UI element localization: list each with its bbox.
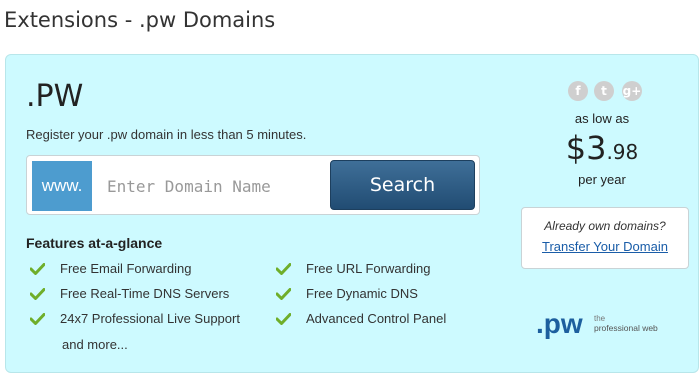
feature-item: Free URL Forwarding xyxy=(276,261,431,276)
domain-input[interactable] xyxy=(97,164,327,208)
transfer-domain-link[interactable]: Transfer Your Domain xyxy=(542,239,668,254)
price-suffix: per year xyxy=(578,172,626,187)
search-button[interactable]: Search xyxy=(330,160,475,210)
check-icon xyxy=(276,312,291,325)
check-icon xyxy=(30,287,45,300)
feature-label: 24x7 Professional Live Support xyxy=(60,311,240,326)
check-icon xyxy=(30,262,45,275)
feature-item: Advanced Control Panel xyxy=(276,311,446,326)
feature-label: Advanced Control Panel xyxy=(306,311,447,326)
domain-search-form: www. Search xyxy=(26,155,480,215)
price-dollars: $3 xyxy=(565,129,607,167)
check-icon xyxy=(30,312,45,325)
www-prefix: www. xyxy=(32,161,92,211)
features-title: Features at-a-glance xyxy=(26,235,163,251)
feature-item: 24x7 Professional Live Support xyxy=(30,311,240,326)
price-cents: .98 xyxy=(606,140,639,164)
tld-heading: .PW xyxy=(26,79,84,114)
feature-item: Free Real-Time DNS Servers xyxy=(30,286,229,301)
google-plus-icon[interactable]: g+ xyxy=(622,81,642,101)
check-icon xyxy=(276,262,291,275)
feature-label: Free Dynamic DNS xyxy=(306,286,418,301)
and-more-text: and more... xyxy=(62,337,128,352)
page-title: Extensions - .pw Domains xyxy=(4,8,276,32)
twitter-icon[interactable]: t xyxy=(594,81,614,101)
price-prefix: as low as xyxy=(574,111,630,126)
feature-label: Free Real-Time DNS Servers xyxy=(60,286,230,301)
facebook-icon[interactable]: f xyxy=(568,81,588,101)
own-domains-question: Already own domains? xyxy=(544,219,666,233)
logo-tagline-top: the xyxy=(594,314,606,323)
feature-item: Free Email Forwarding xyxy=(30,261,192,276)
logo-tagline-bottom: professional web xyxy=(594,323,658,333)
pw-logo: .pw the professional web xyxy=(536,308,658,339)
logo-text: .pw xyxy=(536,308,583,339)
price-value: $3.98 xyxy=(530,129,674,167)
transfer-box: Already own domains? Transfer Your Domai… xyxy=(521,207,689,269)
feature-label: Free URL Forwarding xyxy=(306,261,431,276)
check-icon xyxy=(276,287,291,300)
feature-label: Free Email Forwarding xyxy=(60,261,192,276)
subtitle: Register your .pw domain in less than 5 … xyxy=(26,127,307,142)
domain-panel: .PW Register your .pw domain in less tha… xyxy=(5,54,699,373)
feature-item: Free Dynamic DNS xyxy=(276,286,418,301)
